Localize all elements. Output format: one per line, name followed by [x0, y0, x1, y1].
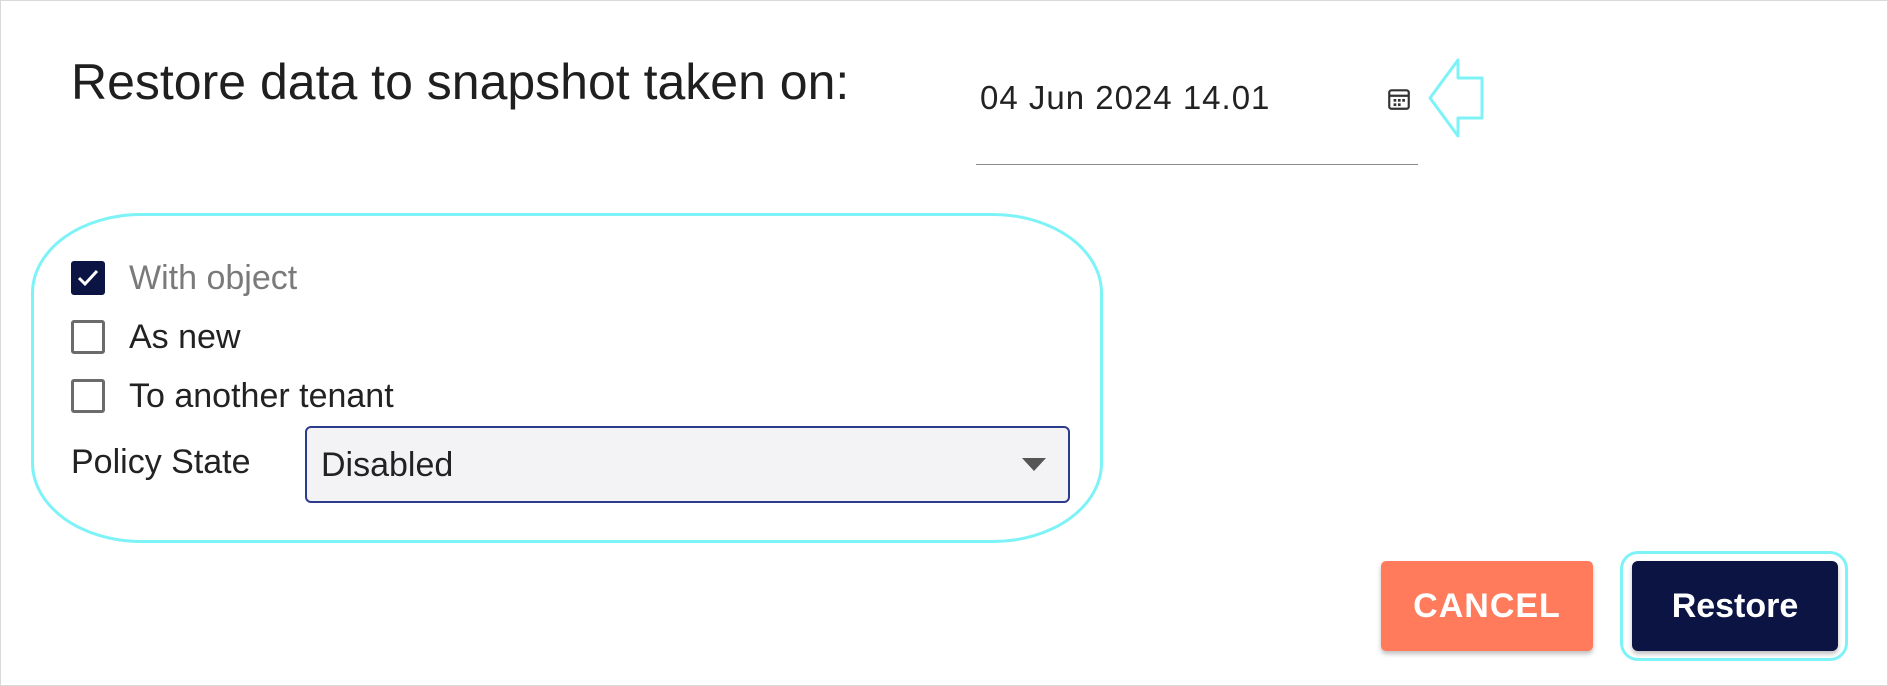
- policy-state-select[interactable]: Disabled: [305, 426, 1070, 503]
- as-new-checkbox[interactable]: As new: [71, 317, 241, 357]
- calendar-icon[interactable]: [1386, 86, 1412, 112]
- checkbox-unchecked-icon[interactable]: [71, 379, 105, 413]
- with-object-checkbox[interactable]: With object: [71, 258, 297, 298]
- as-new-label: As new: [129, 317, 241, 356]
- restore-dialog: Restore data to snapshot taken on: 04 Ju…: [0, 0, 1888, 686]
- dialog-title: Restore data to snapshot taken on:: [71, 54, 850, 110]
- checkbox-unchecked-icon[interactable]: [71, 320, 105, 354]
- snapshot-date-field[interactable]: 04 Jun 2024 14.01: [976, 61, 1418, 165]
- left-arrow-annotation-icon: [1428, 58, 1484, 138]
- to-another-tenant-checkbox[interactable]: To another tenant: [71, 376, 394, 416]
- policy-state-label: Policy State: [71, 443, 251, 481]
- checkbox-checked-icon[interactable]: [71, 261, 105, 295]
- restore-button[interactable]: Restore: [1632, 561, 1838, 651]
- with-object-label: With object: [129, 258, 298, 297]
- policy-state-value: Disabled: [321, 446, 454, 484]
- chevron-down-icon[interactable]: [1022, 458, 1046, 471]
- to-another-tenant-label: To another tenant: [129, 376, 394, 415]
- cancel-button[interactable]: CANCEL: [1381, 561, 1593, 651]
- snapshot-date-value: 04 Jun 2024 14.01: [980, 79, 1271, 116]
